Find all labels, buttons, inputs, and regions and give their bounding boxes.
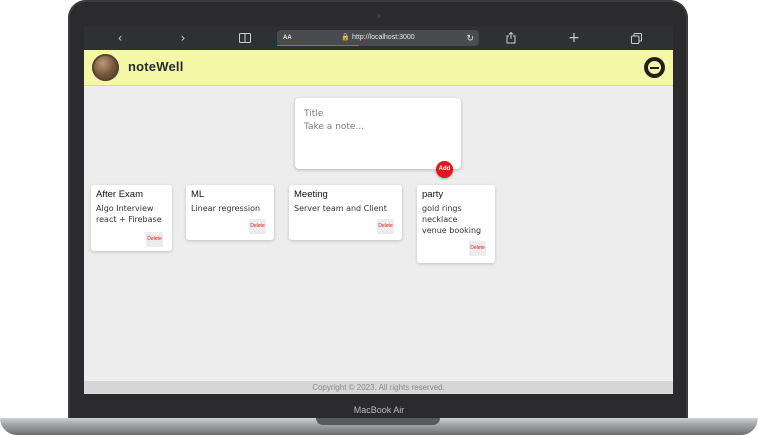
laptop-notch — [316, 418, 440, 425]
new-tab-icon[interactable]: + — [567, 30, 581, 46]
note-title: ML — [191, 189, 205, 200]
avatar — [92, 54, 119, 81]
camera-icon — [377, 14, 381, 18]
brand-title: noteWell — [128, 59, 184, 74]
page-load-progress — [277, 45, 359, 46]
note-card: Meeting Server team and Client Delete — [289, 185, 402, 240]
note-title: Meeting — [294, 189, 328, 200]
delete-note-button[interactable]: Delete — [469, 241, 486, 256]
note-title: party — [422, 189, 444, 200]
title-input[interactable] — [304, 107, 454, 121]
note-content: Server team and Client — [294, 204, 387, 213]
reader-icon[interactable] — [237, 30, 253, 46]
note-composer — [295, 98, 461, 169]
add-note-button[interactable]: Add — [436, 161, 453, 178]
footer-copyright: Copyright © 2023. All rights reserved. — [84, 381, 673, 394]
tabs-overview-icon[interactable] — [629, 30, 643, 46]
back-icon[interactable]: ‹ — [114, 30, 126, 46]
note-card: After Exam Algo Interview react + Fireba… — [91, 185, 172, 251]
reload-icon[interactable]: ↻ — [466, 30, 474, 46]
app-header: noteWell — [84, 50, 673, 86]
delete-note-button[interactable]: Delete — [377, 219, 394, 234]
lock-icon: 🔒 — [341, 34, 351, 41]
delete-note-button[interactable]: Delete — [146, 232, 163, 247]
share-icon[interactable] — [504, 30, 518, 46]
browser-toolbar: ‹ › AA 🔒 http://localhost:3000 ↻ + — [84, 26, 673, 50]
theme-toggle-icon[interactable] — [644, 57, 665, 78]
note-card: party gold rings necklace venue booking … — [417, 185, 495, 263]
note-card: ML Linear regression Delete — [186, 185, 274, 240]
note-title: After Exam — [96, 189, 143, 200]
url-value: http://localhost:3000 — [352, 34, 415, 41]
note-content: Linear regression — [191, 204, 261, 213]
device-label: MacBook Air — [353, 405, 405, 415]
address-bar[interactable]: AA 🔒 http://localhost:3000 ↻ — [277, 30, 479, 46]
delete-note-button[interactable]: Delete — [249, 219, 266, 234]
forward-icon[interactable]: › — [177, 30, 189, 46]
url-text: 🔒 http://localhost:3000 — [277, 30, 479, 46]
note-content-input[interactable] — [304, 122, 454, 162]
screen: ‹ › AA 🔒 http://localhost:3000 ↻ + noteW… — [84, 26, 673, 394]
note-content: gold rings necklace venue booking — [422, 204, 482, 235]
note-content: Algo Interview react + Firebase — [96, 204, 162, 224]
